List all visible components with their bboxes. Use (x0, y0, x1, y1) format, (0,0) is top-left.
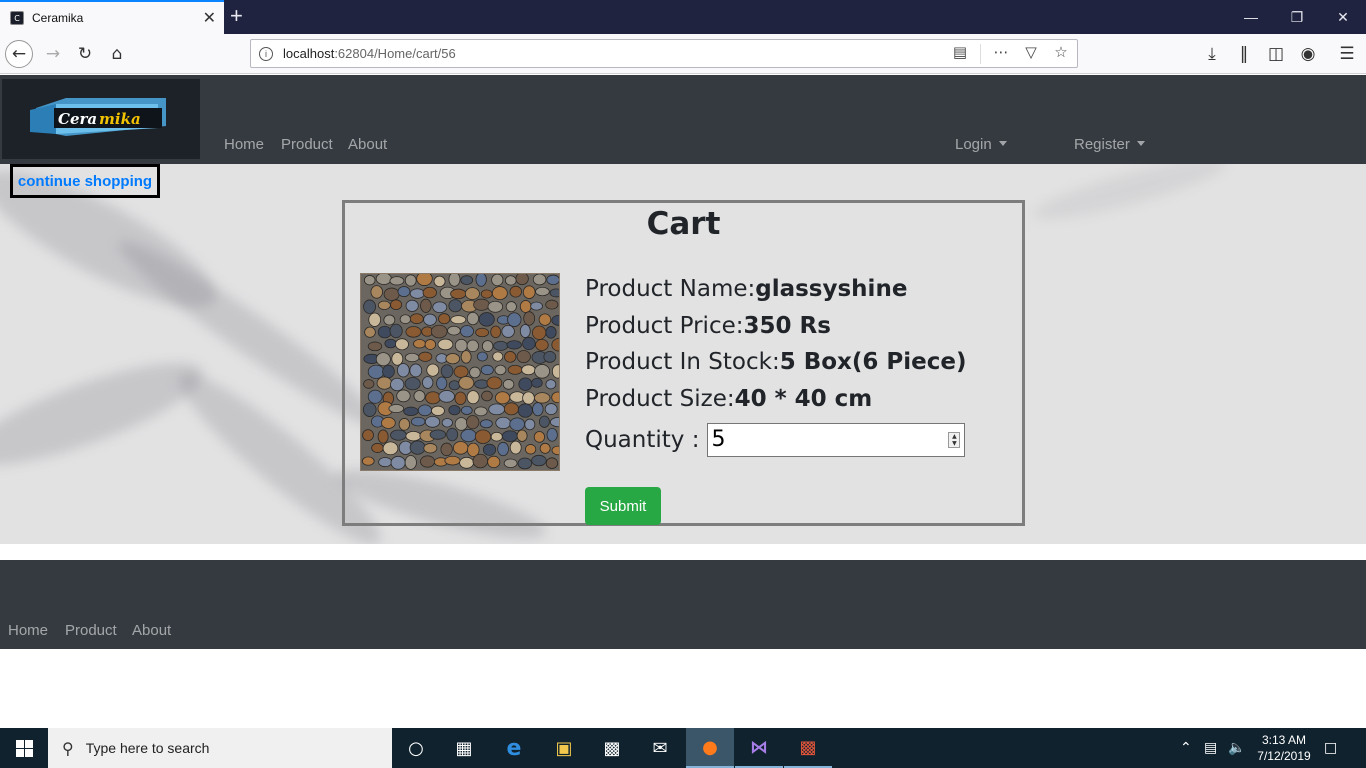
nav-about[interactable]: About (348, 136, 387, 153)
logo-text-cera: Cera (58, 110, 97, 128)
taskbar-search-placeholder: Type here to search (85, 740, 210, 756)
home-icon[interactable]: ⌂ (103, 40, 131, 68)
product-name-row: Product Name:glassyshine (585, 271, 967, 308)
pocket-icon[interactable]: ▽ (1021, 43, 1041, 64)
file-explorer-icon[interactable]: ▣ (540, 728, 588, 768)
product-stock-row: Product In Stock:5 Box(6 Piece) (585, 344, 967, 381)
nav-register-dropdown[interactable]: Register (1074, 136, 1145, 153)
url-path: :62804/Home/cart/56 (334, 46, 456, 61)
navbar: Cera mika Home Product About Login Regis… (0, 75, 1366, 164)
ceramika-logo-icon: Cera mika (30, 98, 166, 136)
taskbar: ⚲ Type here to search ○ ▦ e ▣ ▩ ✉ ● ⋈ ▩ … (0, 728, 1366, 768)
nav-home[interactable]: Home (224, 136, 264, 153)
logo-text-mika: mika (99, 110, 141, 128)
url-bar[interactable]: i localhost:62804/Home/cart/56 ▤ ⋯ ▽ ☆ (250, 39, 1078, 68)
restore-icon[interactable]: ❐ (1274, 0, 1320, 34)
favicon-icon: C (10, 11, 24, 25)
clock-time: 3:13 AM (1261, 733, 1307, 747)
cortana-icon[interactable]: ○ (392, 728, 440, 768)
quantity-row: Quantity : 5 ▲ ▼ (585, 423, 966, 457)
product-price-row: Product Price:350 Rs (585, 308, 967, 345)
sidebar-icon[interactable]: ◫ (1262, 40, 1290, 68)
menu-icon[interactable]: ☰ (1333, 40, 1361, 68)
browser-titlebar: C Ceramika ✕ + — ❐ ✕ (0, 0, 1366, 34)
visual-studio-icon[interactable]: ⋈ (735, 728, 783, 768)
clock-date: 7/12/2019 (1257, 749, 1311, 763)
quantity-value: 5 (711, 427, 726, 452)
taskbar-search[interactable]: ⚲ Type here to search (48, 728, 392, 768)
back-arrow-icon[interactable]: ← (5, 40, 33, 68)
notifications-icon[interactable]: □ (1324, 728, 1337, 768)
product-name-label: Product Name: (585, 276, 756, 302)
volume-icon[interactable]: 🔈 (1228, 728, 1245, 768)
network-icon[interactable]: ▤ (1204, 728, 1217, 768)
search-icon: ⚲ (62, 738, 74, 758)
store-icon[interactable]: ▩ (588, 728, 636, 768)
product-size-row: Product Size:40 * 40 cm (585, 381, 967, 418)
reader-view-icon[interactable]: ▤ (950, 43, 970, 64)
product-stock-value: 5 Box(6 Piece) (779, 349, 967, 376)
mail-icon[interactable]: ✉ (636, 728, 684, 768)
product-size-value: 40 * 40 cm (734, 385, 873, 412)
footer-home[interactable]: Home (8, 622, 48, 639)
quantity-spinner-icon[interactable]: ▲ ▼ (948, 432, 961, 448)
footer: Home Product About (0, 560, 1366, 649)
windows-start-icon[interactable] (0, 728, 48, 768)
cart-title: Cart (646, 206, 721, 242)
window-close-icon[interactable]: ✕ (1320, 0, 1366, 34)
tray-chevron-icon[interactable]: ⌃ (1180, 728, 1192, 768)
product-image (360, 273, 560, 471)
product-size-label: Product Size: (585, 385, 735, 412)
minimize-icon[interactable]: — (1228, 0, 1274, 34)
page-actions-icon[interactable]: ⋯ (991, 43, 1011, 64)
product-details: Product Name:glassyshine Product Price:3… (585, 271, 967, 417)
footer-product[interactable]: Product (65, 622, 117, 639)
product-name-value: glassyshine (755, 276, 908, 302)
forward-arrow-icon[interactable]: → (39, 40, 67, 68)
nav-login-dropdown[interactable]: Login (955, 136, 1007, 153)
product-price-value: 350 Rs (743, 312, 831, 339)
quantity-stepper[interactable]: 5 ▲ ▼ (707, 423, 966, 457)
iis-express-icon[interactable]: ▩ (784, 728, 832, 768)
new-tab-button[interactable]: + (230, 3, 243, 29)
continue-shopping-link[interactable]: continue shopping (10, 164, 160, 198)
edge-icon[interactable]: e (490, 728, 538, 768)
brand-logo[interactable]: Cera mika (2, 79, 200, 159)
url-host: localhost (283, 46, 335, 61)
task-view-icon[interactable]: ▦ (440, 728, 488, 768)
browser-toolbar: ← → ↻ ⌂ i localhost:62804/Home/cart/56 ▤… (0, 34, 1366, 74)
taskbar-clock[interactable]: 3:13 AM 7/12/2019 (1248, 732, 1320, 764)
pebble-tile-image (361, 274, 559, 470)
nav-product[interactable]: Product (281, 136, 333, 153)
account-icon[interactable]: ◉ (1294, 40, 1322, 68)
site-info-icon[interactable]: i (259, 46, 273, 61)
download-icon[interactable]: ⤓ (1198, 40, 1226, 68)
url-separator (980, 44, 981, 64)
tab-close-icon[interactable]: ✕ (203, 8, 216, 27)
browser-tab[interactable]: C Ceramika ✕ (0, 0, 224, 34)
cart-panel: Cart Product Name:glassyshine Product Pr… (342, 200, 1025, 526)
firefox-icon[interactable]: ● (686, 728, 734, 768)
page: Cera mika Home Product About Login Regis… (0, 75, 1366, 728)
tab-title: Ceramika (32, 11, 84, 25)
url-actions: ▤ ⋯ ▽ ☆ (950, 43, 1071, 64)
reload-icon[interactable]: ↻ (71, 40, 99, 68)
url-text[interactable]: localhost:62804/Home/cart/56 (283, 46, 456, 61)
bookmark-star-icon[interactable]: ☆ (1051, 43, 1071, 64)
quantity-label: Quantity : (585, 427, 700, 453)
footer-about[interactable]: About (132, 622, 171, 639)
product-price-label: Product Price: (585, 312, 744, 339)
submit-button[interactable]: Submit (585, 487, 661, 525)
library-icon[interactable]: ‖ (1230, 40, 1258, 68)
product-stock-label: Product In Stock: (585, 349, 780, 376)
